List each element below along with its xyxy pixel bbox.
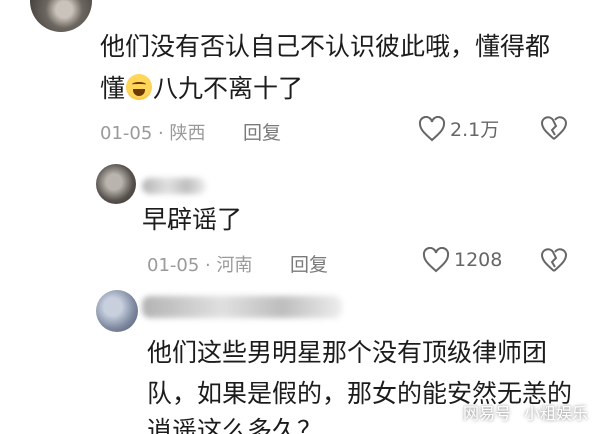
comment-text: 他们这些男明星那个没有顶级律师团 (147, 338, 548, 367)
reply-button[interactable]: 回复 (290, 250, 328, 277)
comment-text: 逍遥这么多久？ (147, 416, 323, 434)
comment-text-segment: 八九不离十了 (153, 74, 304, 103)
reply-button[interactable]: 回复 (243, 118, 281, 145)
avatar[interactable] (30, 0, 92, 32)
username-blurred[interactable] (142, 296, 342, 318)
watermark-account: 小粗娱乐 (523, 404, 588, 423)
like-count: 1208 (454, 249, 503, 271)
comment-text: 懂八九不离十了 (100, 72, 303, 106)
watermark-divider (516, 404, 518, 420)
like-button[interactable]: 1208 (422, 247, 502, 273)
comment-date-location: 01-05 · 陕西 (100, 123, 206, 144)
comment-text-segment: 懂 (100, 74, 126, 103)
like-count: 2.1万 (450, 119, 500, 141)
watermark-brand: 网易号 (462, 404, 511, 423)
avatar[interactable] (96, 290, 138, 332)
username-blurred[interactable] (142, 178, 206, 194)
laughing-crying-emoji-icon (126, 74, 153, 100)
watermark: 网易号 小粗娱乐 (463, 400, 588, 424)
like-button[interactable]: 2.1万 (418, 115, 499, 142)
comment-text: 早辟谣了 (142, 205, 243, 234)
avatar[interactable] (96, 164, 136, 204)
dislike-button[interactable] (540, 115, 568, 141)
heart-icon (422, 247, 450, 273)
heart-icon (418, 115, 446, 141)
broken-heart-icon (540, 248, 568, 272)
dislike-button[interactable] (540, 247, 568, 273)
comment-date-location: 01-05 · 河南 (147, 255, 253, 276)
comment-text: 他们没有否认自己不认识彼此哦，懂得都 (100, 32, 551, 61)
broken-heart-icon (540, 116, 568, 140)
